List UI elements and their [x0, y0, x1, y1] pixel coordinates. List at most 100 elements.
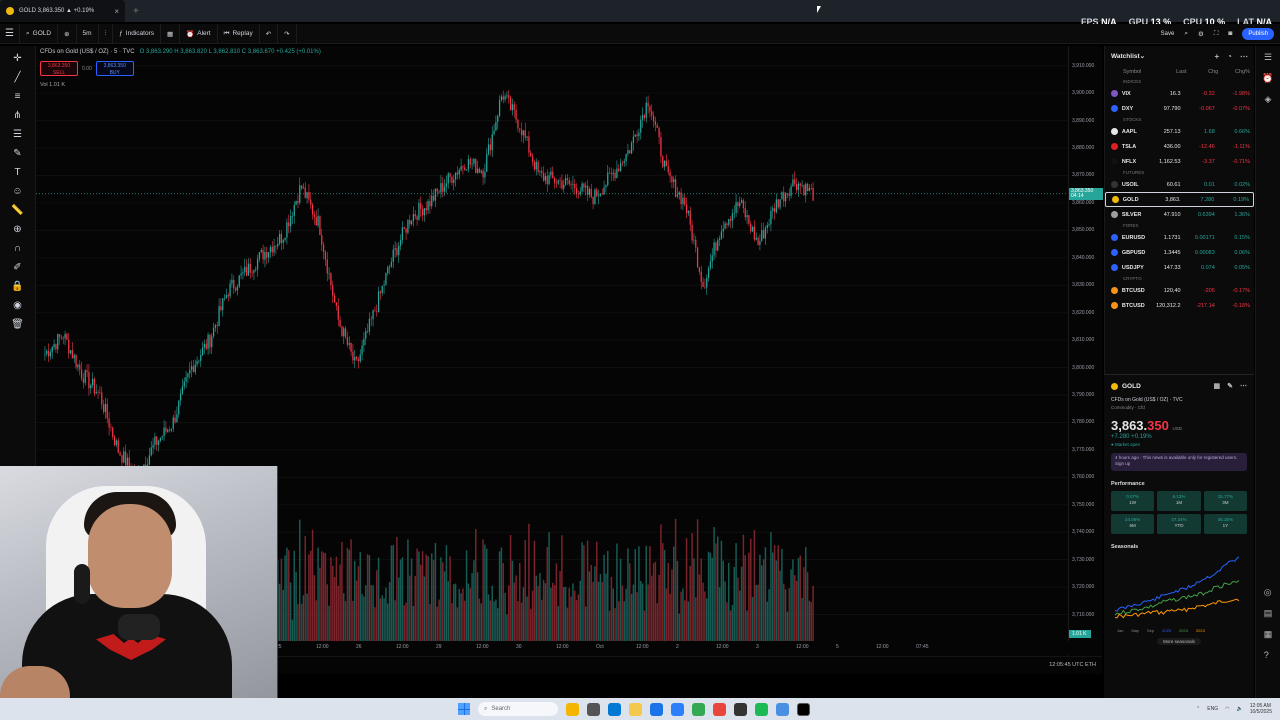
price-axis[interactable]: 3,910.000 3,900.000 3,890.000 3,880.000 3,87… [1068, 46, 1103, 656]
watchlist-row-gbpusd[interactable]: GBPUSD 1.3445 0.00083 0.06% [1105, 245, 1254, 260]
horizontal-lines-icon[interactable]: ≡ [11, 90, 25, 103]
undo-button[interactable]: ↶ [260, 23, 279, 44]
camera-icon[interactable]: ◙ [1228, 30, 1232, 37]
watchlist-section-forex[interactable]: FOREX [1105, 222, 1254, 230]
chart-type-button[interactable]: ⫶ [99, 23, 114, 44]
utc-clock[interactable]: 12:05:45 UTC ETH [1049, 662, 1096, 668]
watchlist-section-crypto[interactable]: CRYPTO [1105, 275, 1254, 283]
interval-button[interactable]: 5m [77, 23, 99, 44]
spotify-icon[interactable] [755, 702, 768, 716]
settings-icon[interactable]: ⚙ [1198, 30, 1204, 38]
edge-icon[interactable] [608, 702, 621, 716]
redo-button[interactable]: ↷ [278, 23, 297, 44]
eye-icon[interactable]: ◉ [11, 299, 25, 312]
candle-body [733, 212, 735, 214]
pitchfork-icon[interactable]: ⋔ [11, 109, 25, 122]
buy-button[interactable]: 3,863.350 BUY [95, 61, 134, 76]
watchlist-row-aapl[interactable]: AAPL 257.13 1.68 0.66% [1105, 124, 1254, 139]
watchlist-row-vix[interactable]: VIX 16.3 -0.32 -1.98% [1105, 86, 1254, 101]
new-tab-button[interactable]: + [133, 6, 139, 17]
taskbar-search[interactable]: ⌕ Search [478, 702, 558, 716]
watchlist-row-nflx[interactable]: NFLX 1,162.53 -3.37 -0.71% [1105, 154, 1254, 169]
watchlist-section-futures[interactable]: FUTURES [1105, 169, 1254, 177]
symbol-search-button[interactable]: ⌕ GOLD [20, 23, 59, 44]
watchlist-row-gold[interactable]: GOLD 3,863. 7.280 0.19% [1105, 192, 1254, 207]
crosshair-icon[interactable]: ✛ [11, 52, 25, 65]
magnet-icon[interactable]: ∩ [11, 242, 25, 255]
volume-icon[interactable]: 🔈 [1237, 706, 1243, 712]
close-tab-icon[interactable]: × [114, 7, 119, 16]
sell-button[interactable]: 3,863.350 SELL [40, 61, 78, 76]
watchlist-row-btcusd[interactable]: BTCUSD 120,40 -205 -0.17% [1105, 283, 1254, 298]
wifi-icon[interactable]: ◠ [1225, 706, 1229, 712]
task-view-icon[interactable] [587, 702, 600, 716]
ruler-icon[interactable]: 📏 [11, 204, 25, 217]
watchlist-section-indices[interactable]: INDICES [1105, 78, 1254, 86]
edit-icon[interactable]: ✎ [1227, 382, 1233, 390]
opera-icon[interactable] [713, 702, 726, 716]
search-toolbar-icon[interactable]: ⌕ [1184, 30, 1188, 38]
watchlist-row-btcusd[interactable]: BTCUSD 120,312.2 -217.14 -0.18% [1105, 298, 1254, 313]
templates-button[interactable]: ▦ [161, 23, 181, 44]
settings-app-icon[interactable] [776, 702, 789, 716]
watchlist-row-dxy[interactable]: DXY 97.790 -0.067 -0.07% [1105, 101, 1254, 116]
trend-line-icon[interactable]: ╱ [11, 71, 25, 84]
replay-button[interactable]: ⏮ Replay [218, 23, 260, 44]
target-rail-icon[interactable]: ◎ [1264, 587, 1273, 598]
candle-body [519, 128, 521, 130]
col-chg[interactable]: Chg [1187, 69, 1218, 75]
menu-icon[interactable]: ☰ [0, 23, 20, 44]
more-seasonals-button[interactable]: More seasonals [1157, 638, 1201, 645]
watchlist-row-usoil[interactable]: USOIL 60.61 0.01 0.02% [1105, 177, 1254, 192]
publish-button[interactable]: Publish [1242, 27, 1274, 40]
fib-icon[interactable]: ☰ [11, 128, 25, 141]
lock-icon[interactable]: 🔒 [11, 280, 25, 293]
watchlist-section-stocks[interactable]: STOCKS [1105, 116, 1254, 124]
pencil-lock-icon[interactable]: ✐ [11, 261, 25, 274]
widgets-icon[interactable] [566, 702, 579, 716]
file-explorer-icon[interactable] [629, 702, 642, 716]
watchlist-title[interactable]: Watchlist [1111, 53, 1140, 60]
indicators-button[interactable]: ƒ Indicators [113, 23, 161, 44]
grid-view-icon[interactable]: ▦ [1214, 382, 1221, 390]
alerts-rail-icon[interactable]: ⏰ [1262, 73, 1273, 84]
mail-icon[interactable] [671, 702, 684, 716]
emoji-icon[interactable]: ☺ [11, 185, 25, 198]
watchlist-row-usdjpy[interactable]: USDJPY 147.33 0.074 0.05% [1105, 260, 1254, 275]
language-indicator[interactable]: ENG [1207, 706, 1218, 712]
clock[interactable]: 12:05 AM 10/5/2025 [1250, 703, 1272, 715]
volume-bar [346, 547, 349, 641]
terminal-icon[interactable] [734, 702, 747, 716]
compare-button[interactable]: ⊕ [58, 23, 77, 44]
watchlist-rail-icon[interactable]: ☰ [1264, 52, 1272, 63]
more-details-icon[interactable]: ⋯ [1240, 382, 1247, 390]
alert-button[interactable]: ⏰ Alert [180, 23, 218, 44]
more-icon[interactable]: ⋯ [1240, 52, 1248, 61]
brush-icon[interactable]: ✎ [11, 147, 25, 160]
chevron-down-icon[interactable]: ⌄ [1140, 52, 1145, 60]
news-item[interactable]: 4 hours ago · This news is available onl… [1111, 453, 1247, 471]
layers-rail-icon[interactable]: ◈ [1265, 94, 1272, 105]
save-button[interactable]: Save [1161, 31, 1175, 37]
zoom-icon[interactable]: ⊕ [11, 223, 25, 236]
fullscreen-icon[interactable]: ⛶ [1214, 30, 1219, 38]
col-symbol[interactable]: Symbol [1123, 69, 1155, 75]
chrome-icon[interactable] [692, 702, 705, 716]
store-icon[interactable] [650, 702, 663, 716]
watchlist-row-tsla[interactable]: TSLA 436.00 -12.46 -1.11% [1105, 139, 1254, 154]
browser-tab[interactable]: GOLD 3,863.350 ▲ +0.19% × [0, 0, 125, 22]
calendar-rail-icon[interactable]: ▤ [1264, 608, 1273, 619]
help-rail-icon[interactable]: ? [1264, 650, 1273, 660]
text-icon[interactable]: T [11, 166, 25, 179]
watchlist-row-silver[interactable]: SILVER 47.910 0.6394 1.36% [1105, 207, 1254, 222]
tray-chevron-icon[interactable]: ⌃ [1196, 706, 1200, 712]
add-symbol-icon[interactable]: + [1214, 52, 1219, 61]
col-chgpct[interactable]: Chg% [1218, 69, 1250, 75]
watchlist-row-eurusd[interactable]: EURUSD 1.1731 0.00171 0.15% [1105, 230, 1254, 245]
apps-rail-icon[interactable]: ▦ [1264, 629, 1273, 640]
windows-start-icon[interactable] [458, 703, 470, 715]
col-last[interactable]: Last [1155, 69, 1186, 75]
trash-icon[interactable]: 🗑 [11, 318, 25, 331]
tradingview-icon[interactable] [797, 702, 810, 716]
advanced-view-icon[interactable]: ◔ [1227, 52, 1232, 61]
